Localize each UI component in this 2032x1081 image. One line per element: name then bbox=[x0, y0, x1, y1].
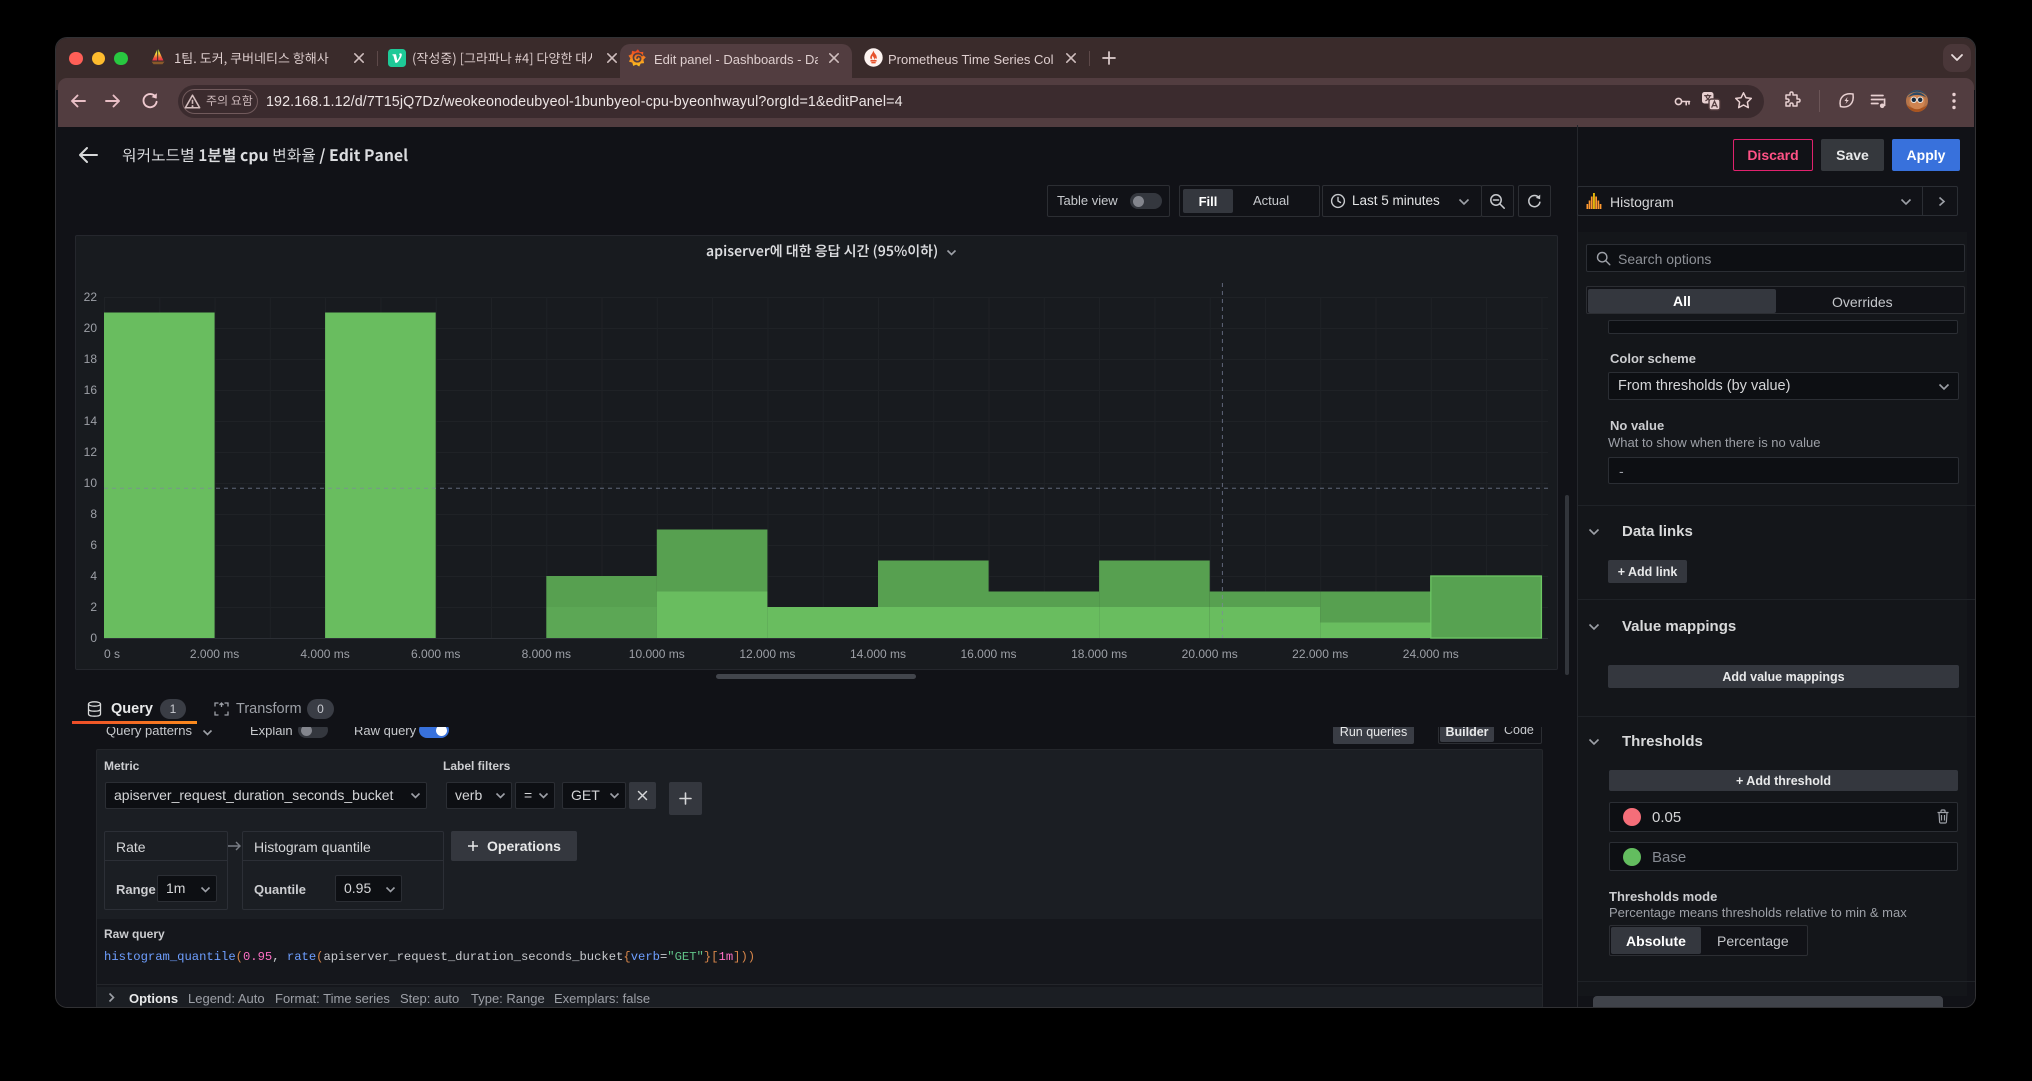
svg-text:4: 4 bbox=[90, 569, 97, 583]
svg-text:2.000 ms: 2.000 ms bbox=[190, 647, 239, 661]
svg-text:2: 2 bbox=[90, 600, 97, 614]
svg-text:24.000 ms: 24.000 ms bbox=[1403, 647, 1459, 661]
svg-text:14.000 ms: 14.000 ms bbox=[850, 647, 906, 661]
svg-text:6: 6 bbox=[90, 538, 97, 552]
svg-text:8.000 ms: 8.000 ms bbox=[522, 647, 571, 661]
svg-text:12.000 ms: 12.000 ms bbox=[739, 647, 795, 661]
svg-text:14: 14 bbox=[84, 414, 98, 428]
svg-text:20.000 ms: 20.000 ms bbox=[1182, 647, 1238, 661]
svg-text:6.000 ms: 6.000 ms bbox=[411, 647, 460, 661]
svg-text:18.000 ms: 18.000 ms bbox=[1071, 647, 1127, 661]
svg-text:0 s: 0 s bbox=[104, 647, 120, 661]
svg-text:0: 0 bbox=[90, 631, 97, 645]
svg-text:22.000 ms: 22.000 ms bbox=[1292, 647, 1348, 661]
svg-text:12: 12 bbox=[84, 445, 98, 459]
svg-text:10.000 ms: 10.000 ms bbox=[629, 647, 685, 661]
svg-text:16.000 ms: 16.000 ms bbox=[960, 647, 1016, 661]
svg-text:4.000 ms: 4.000 ms bbox=[300, 647, 349, 661]
svg-text:20: 20 bbox=[84, 321, 98, 335]
svg-text:16: 16 bbox=[84, 383, 98, 397]
svg-text:22: 22 bbox=[84, 290, 98, 304]
svg-text:18: 18 bbox=[84, 352, 98, 366]
svg-text:8: 8 bbox=[90, 507, 97, 521]
svg-text:10: 10 bbox=[84, 476, 98, 490]
